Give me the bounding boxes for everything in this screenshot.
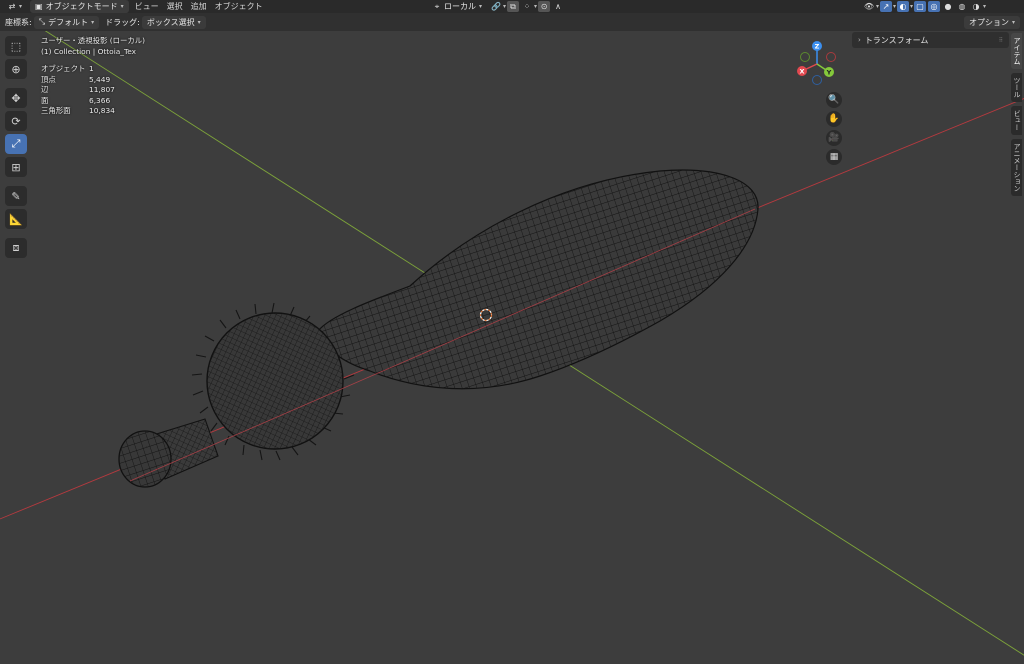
tab-view[interactable]: ビュー: [1011, 106, 1022, 135]
move-icon[interactable]: ✥: [5, 88, 27, 108]
neg-z-axis-handle[interactable]: [812, 75, 822, 85]
rotate-icon[interactable]: ⟳: [5, 111, 27, 131]
stat-label: 辺: [41, 85, 49, 94]
link-icon[interactable]: 🔗: [490, 1, 502, 12]
tab-item[interactable]: アイテム: [1011, 33, 1022, 69]
solid-shading-icon[interactable]: ●: [942, 1, 954, 12]
chevron-down-icon: ▾: [19, 3, 23, 10]
scale-icon[interactable]: ⤢: [5, 134, 27, 154]
collection-name: (1) Collection | Ottoia_Tex: [41, 46, 137, 56]
drag-grip-icon[interactable]: ⠿: [999, 37, 1003, 44]
stat-row: 頂点 5,449: [41, 75, 145, 86]
viewport-scene: [0, 31, 1024, 656]
neg-x-axis-handle[interactable]: [826, 52, 836, 62]
stat-value: 10,834: [89, 106, 115, 115]
visibility-icon[interactable]: 👁: [863, 1, 875, 12]
tab-tool[interactable]: ツール: [1011, 73, 1022, 102]
transform-icon[interactable]: ⊞: [5, 157, 27, 177]
stat-row: 三角形面 10,834: [41, 106, 145, 117]
navigation-gizmo[interactable]: Z X Y: [795, 40, 839, 86]
editor-type-icon[interactable]: ⇄: [6, 1, 18, 12]
drag-value: ボックス選択: [146, 17, 195, 27]
rendered-shading-icon[interactable]: ◑: [970, 1, 982, 12]
stat-row: オブジェクト 1: [41, 64, 145, 75]
menu-object[interactable]: オブジェクト: [211, 1, 267, 12]
transform-panel-title: トランスフォーム: [864, 35, 929, 45]
chevron-down-icon: ▾: [503, 3, 507, 10]
chevron-down-icon: ▾: [983, 3, 987, 10]
stat-value: 11,807: [89, 85, 115, 94]
wireframe-mesh: [118, 169, 759, 488]
view-name: ユーザー・透視投影 (ローカル): [41, 36, 146, 45]
gizmo-toggle-icon[interactable]: ↗: [880, 1, 893, 12]
chevron-down-icon: ▾: [893, 3, 897, 10]
proportional-edit-icon[interactable]: ⊙: [538, 1, 551, 12]
stat-label: 頂点: [41, 74, 56, 84]
viewport-info-overlay: ユーザー・透視投影 (ローカル) (1) Collection | Ottoia…: [41, 36, 145, 117]
annotate-icon[interactable]: ✎: [5, 186, 27, 206]
snap-grid-icon[interactable]: ⁘: [521, 1, 533, 12]
left-toolbar: ⬚ ⊕ ✥ ⟳ ⤢ ⊞ ✎ 📐 ⧈: [5, 36, 29, 261]
xray-toggle-icon[interactable]: ▢: [914, 1, 927, 12]
y-axis-label: Y: [826, 69, 832, 77]
overlay-toggle-icon[interactable]: ◐: [897, 1, 910, 12]
camera-view-icon[interactable]: 🎥: [826, 130, 842, 146]
chevron-right-icon: ›: [858, 36, 861, 44]
stat-row: 面 6,366: [41, 96, 145, 107]
stat-row: 辺 11,807: [41, 85, 145, 96]
z-axis-label: Z: [815, 43, 820, 51]
material-shading-icon[interactable]: ◍: [956, 1, 968, 12]
chevron-down-icon: ▾: [910, 3, 914, 10]
options-label: オプション: [968, 17, 1009, 27]
measure-icon[interactable]: 📐: [5, 209, 27, 229]
sidebar-tabs: アイテム ツール ビュー アニメーション: [1011, 33, 1024, 200]
3d-viewport[interactable]: [0, 31, 1024, 664]
chevron-down-icon: ▾: [197, 18, 201, 26]
tool-header: 座標系: ⤡ デフォルト ▾ ドラッグ: ボックス選択 ▾ オプション ▾: [0, 13, 1024, 31]
mode-dropdown[interactable]: ▣ オブジェクトモード ▾: [30, 0, 129, 13]
chevron-down-icon: ▾: [534, 3, 538, 10]
stat-value: 5,449: [89, 74, 111, 84]
chevron-down-icon: ▾: [91, 18, 95, 26]
neg-y-axis-handle[interactable]: [800, 52, 810, 62]
tab-animation[interactable]: アニメーション: [1011, 139, 1022, 196]
orientation-label: 座標系:: [5, 17, 32, 27]
object-mode-icon: ▣: [35, 2, 43, 11]
x-axis-label: X: [799, 68, 804, 76]
drag-dropdown[interactable]: ボックス選択 ▾: [141, 15, 206, 29]
wireframe-shading-icon[interactable]: ◎: [928, 1, 941, 12]
add-cube-icon[interactable]: ⧈: [5, 238, 27, 258]
select-box-icon[interactable]: ⬚: [5, 36, 27, 56]
pan-hand-icon[interactable]: ✋: [826, 111, 842, 127]
stat-label: オブジェクト: [41, 64, 86, 73]
orientation-dropdown[interactable]: ⤡ デフォルト ▾: [33, 15, 100, 29]
stat-label: 面: [41, 95, 49, 105]
scene-stats: オブジェクト 1 頂点 5,449 辺 11,807 面 6,366 三角形面 10,83…: [41, 64, 145, 117]
viewport-header: ⇄ ▾ ▣ オブジェクトモード ▾ ビュー 選択 追加 オブジェクト ⌖ ローカ…: [0, 0, 1024, 13]
chevron-down-icon: ▾: [120, 3, 124, 10]
chevron-down-icon: ▾: [479, 3, 483, 10]
chevron-down-icon: ▾: [1011, 18, 1015, 26]
stat-value: 1: [89, 64, 94, 73]
menu-add[interactable]: 追加: [187, 1, 211, 12]
mode-label: オブジェクトモード: [45, 2, 118, 11]
menu-view[interactable]: ビュー: [131, 1, 163, 12]
options-dropdown[interactable]: オプション ▾: [963, 15, 1020, 29]
drag-label: ドラッグ:: [105, 17, 140, 27]
transform-panel-header[interactable]: › トランスフォーム ⠿: [852, 32, 1009, 48]
falloff-icon[interactable]: ∧: [552, 1, 564, 12]
axes-icon: ⤡: [38, 17, 46, 26]
perspective-grid-icon[interactable]: ▦: [826, 149, 842, 165]
zoom-icon[interactable]: 🔍: [826, 92, 842, 108]
snap-icon[interactable]: ⧉: [507, 1, 520, 12]
orientation-value: デフォルト: [48, 17, 89, 27]
chevron-down-icon: ▾: [876, 3, 880, 10]
stat-label: 三角形面: [41, 106, 71, 115]
stat-value: 6,366: [89, 95, 111, 105]
menu-select[interactable]: 選択: [163, 1, 187, 12]
transform-orientation-icon: ⌖: [434, 1, 440, 11]
pivot-dropdown[interactable]: ローカル: [444, 1, 476, 12]
cursor-icon[interactable]: ⊕: [5, 59, 27, 79]
